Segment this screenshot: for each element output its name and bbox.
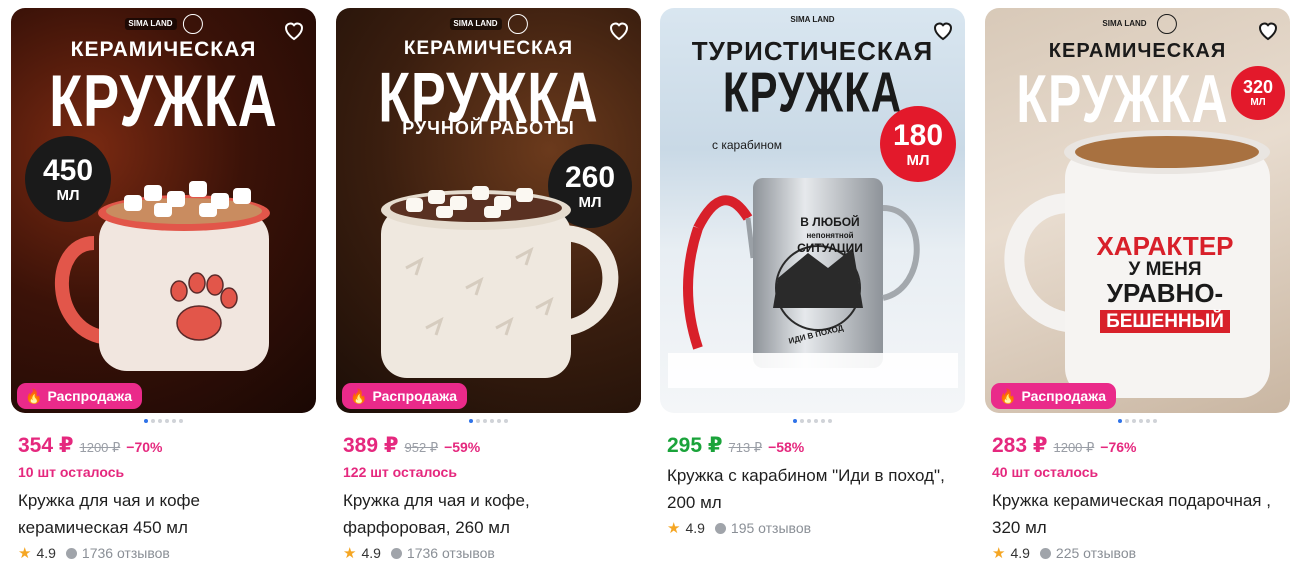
- product-image[interactable]: SIMA LAND ТУРИСТИЧЕСКАЯ КРУЖКА с карабин…: [660, 8, 965, 413]
- rating-value: 4.9: [361, 545, 381, 561]
- product-title[interactable]: Кружка для чая и кофе, фарфоровая, 260 м…: [343, 487, 623, 541]
- reviews-count[interactable]: 195 отзывов: [731, 520, 811, 536]
- image-pagination[interactable]: [336, 419, 641, 424]
- product-grid: SIMA LAND КЕРАМИЧЕСКАЯ КРУЖКА 450 МЛ 🔥 Р…: [0, 0, 1291, 565]
- price-row: 354 ₽ 1200 ₽ −70%: [18, 433, 316, 458]
- product-image[interactable]: SIMA LAND КЕРАМИЧЕСКАЯ КРУЖКА 450 МЛ 🔥 Р…: [11, 8, 316, 413]
- mug-illustration: [381, 186, 619, 378]
- image-pagination[interactable]: [985, 419, 1290, 424]
- star-icon: ★: [18, 545, 32, 562]
- rating-value: 4.9: [685, 520, 705, 536]
- discount: −58%: [768, 439, 805, 455]
- image-pagination[interactable]: [660, 419, 965, 424]
- price-row: 283 ₽ 1200 ₽ −76%: [992, 433, 1290, 458]
- rating-row: ★ 4.9 195 отзывов: [667, 519, 965, 537]
- image-caption-top: КЕРАМИЧЕСКАЯ: [70, 38, 257, 61]
- stock-left: 10 шт осталось: [18, 464, 125, 480]
- price-row: 389 ₽ 952 ₽ −59%: [343, 433, 641, 458]
- reviews-count[interactable]: 1736 отзывов: [407, 545, 495, 561]
- discount: −70%: [126, 439, 163, 455]
- product-title[interactable]: Кружка керамическая подарочная , 320 мл: [992, 487, 1272, 541]
- rating-value: 4.9: [1010, 545, 1030, 561]
- rating-row: ★ 4.9 225 отзывов: [992, 544, 1290, 562]
- volume-badge: 320 МЛ: [1231, 66, 1285, 120]
- price: 295 ₽: [667, 434, 723, 457]
- stock-left: 40 шт осталось: [992, 464, 1099, 480]
- price: 354 ₽: [18, 434, 74, 457]
- reviews-bubble-icon: [390, 547, 402, 559]
- sale-badge: 🔥 Распродажа: [342, 383, 468, 409]
- star-icon: ★: [343, 545, 357, 562]
- reviews-bubble-icon: [65, 547, 77, 559]
- brand-logo: SIMA LAND: [790, 15, 835, 24]
- product-image[interactable]: SIMA LAND КЕРАМИЧЕСКАЯ КРУЖКА РУЧНОЙ РАБ…: [336, 8, 641, 413]
- image-caption-big: КРУЖКА: [49, 61, 278, 143]
- fire-icon: 🔥: [25, 387, 43, 404]
- mug-print-text: В ЛЮБОЙ непонятной СИТУАЦИИ: [797, 215, 863, 255]
- brand-logo: SIMA LAND: [124, 14, 203, 34]
- sale-badge: 🔥 Распродажа: [991, 383, 1117, 409]
- price: 389 ₽: [343, 434, 399, 457]
- price: 283 ₽: [992, 434, 1048, 457]
- old-price: 1200 ₽: [79, 440, 121, 455]
- reviews-bubble-icon: [1039, 547, 1051, 559]
- product-card[interactable]: SIMA LAND КЕРАМИЧЕСКАЯ КРУЖКА 320 МЛ ХАРА…: [985, 8, 1290, 562]
- old-price: 713 ₽: [728, 440, 763, 455]
- old-price: 952 ₽: [404, 440, 439, 455]
- discount: −59%: [444, 439, 481, 455]
- fire-icon: 🔥: [350, 387, 368, 404]
- product-card[interactable]: SIMA LAND ТУРИСТИЧЕСКАЯ КРУЖКА с карабин…: [660, 8, 965, 558]
- mug-print-text: ХАРАКТЕР У МЕНЯ УРАВНО- БЕШЕННЫЙ: [1096, 231, 1234, 334]
- rating-row: ★ 4.9 1736 отзывов: [343, 544, 641, 562]
- star-icon: ★: [992, 545, 1006, 562]
- favorite-heart-icon[interactable]: [1256, 18, 1280, 42]
- old-price: 1200 ₽: [1053, 440, 1095, 455]
- product-card[interactable]: SIMA LAND КЕРАМИЧЕСКАЯ КРУЖКА 450 МЛ 🔥 Р…: [11, 8, 316, 562]
- product-title[interactable]: Кружка с карабином "Иди в поход", 200 мл: [667, 462, 947, 516]
- product-card[interactable]: SIMA LAND КЕРАМИЧЕСКАЯ КРУЖКА РУЧНОЙ РАБ…: [336, 8, 641, 562]
- fire-icon: 🔥: [999, 387, 1017, 404]
- image-caption-top: КЕРАМИЧЕСКАЯ: [403, 38, 574, 59]
- brand-logo: SIMA LAND: [449, 14, 528, 34]
- star-icon: ★: [667, 520, 681, 537]
- reviews-count[interactable]: 1736 отзывов: [82, 545, 170, 561]
- rating-value: 4.9: [36, 545, 56, 561]
- rating-row: ★ 4.9 1736 отзывов: [18, 544, 316, 562]
- image-pagination[interactable]: [11, 419, 316, 424]
- discount: −76%: [1100, 439, 1137, 455]
- sale-badge: 🔥 Распродажа: [17, 383, 143, 409]
- mug-illustration: [668, 178, 958, 388]
- brand-logo: SIMA LAND: [1098, 14, 1177, 34]
- image-caption-sub: РУЧНОЙ РАБОТЫ: [402, 118, 575, 138]
- reviews-bubble-icon: [714, 522, 726, 534]
- price-row: 295 ₽ 713 ₽ −58%: [667, 433, 965, 458]
- product-title[interactable]: Кружка для чая и кофе керамическая 450 м…: [18, 487, 298, 541]
- stock-left: 122 шт осталось: [343, 464, 457, 480]
- mug-illustration: [55, 181, 270, 371]
- reviews-count[interactable]: 225 отзывов: [1056, 545, 1136, 561]
- product-image[interactable]: SIMA LAND КЕРАМИЧЕСКАЯ КРУЖКА 320 МЛ ХАРА…: [985, 8, 1290, 413]
